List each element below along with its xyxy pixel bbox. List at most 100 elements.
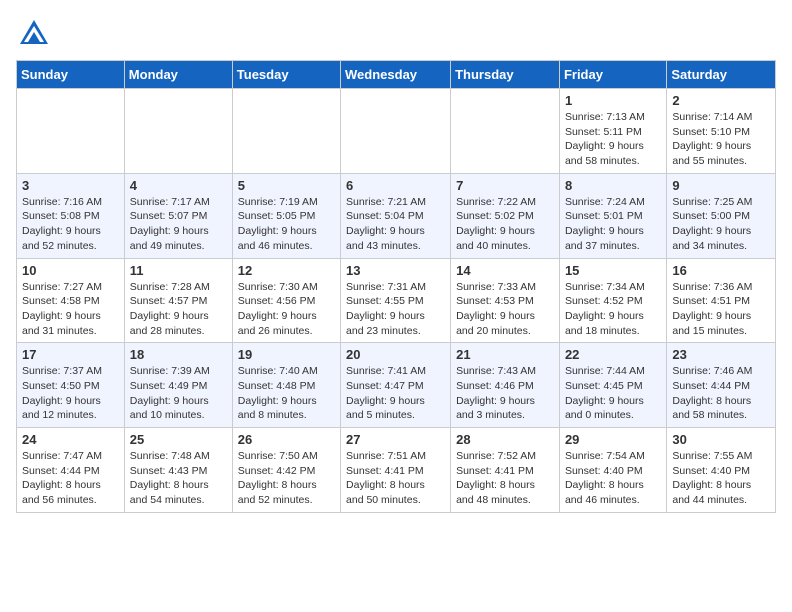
calendar-cell: 11 Sunrise: 7:28 AM Sunset: 4:57 PM Dayli…	[124, 258, 232, 343]
day-number: 6	[346, 178, 445, 193]
day-info: Sunrise: 7:27 AM Sunset: 4:58 PM Dayligh…	[22, 280, 119, 339]
day-number: 11	[130, 263, 227, 278]
weekday-header-friday: Friday	[559, 61, 666, 89]
day-info: Sunrise: 7:43 AM Sunset: 4:46 PM Dayligh…	[456, 364, 554, 423]
day-info: Sunrise: 7:21 AM Sunset: 5:04 PM Dayligh…	[346, 195, 445, 254]
calendar-cell	[341, 89, 451, 174]
weekday-header-sunday: Sunday	[17, 61, 125, 89]
calendar-cell: 20 Sunrise: 7:41 AM Sunset: 4:47 PM Dayli…	[341, 343, 451, 428]
calendar-cell: 12 Sunrise: 7:30 AM Sunset: 4:56 PM Dayli…	[232, 258, 340, 343]
day-info: Sunrise: 7:55 AM Sunset: 4:40 PM Dayligh…	[672, 449, 770, 508]
calendar-cell	[451, 89, 560, 174]
day-number: 19	[238, 347, 335, 362]
day-number: 26	[238, 432, 335, 447]
calendar-cell: 6 Sunrise: 7:21 AM Sunset: 5:04 PM Daylig…	[341, 173, 451, 258]
calendar-table: SundayMondayTuesdayWednesdayThursdayFrid…	[16, 60, 776, 513]
calendar-cell: 26 Sunrise: 7:50 AM Sunset: 4:42 PM Dayli…	[232, 428, 340, 513]
day-info: Sunrise: 7:30 AM Sunset: 4:56 PM Dayligh…	[238, 280, 335, 339]
day-number: 13	[346, 263, 445, 278]
day-number: 28	[456, 432, 554, 447]
day-info: Sunrise: 7:52 AM Sunset: 4:41 PM Dayligh…	[456, 449, 554, 508]
calendar-cell: 9Sunrise: 7:25 AM Sunset: 5:00 PM Daylig…	[667, 173, 776, 258]
day-number: 20	[346, 347, 445, 362]
day-info: Sunrise: 7:25 AM Sunset: 5:00 PM Dayligh…	[672, 195, 770, 254]
day-number: 23	[672, 347, 770, 362]
day-info: Sunrise: 7:48 AM Sunset: 4:43 PM Dayligh…	[130, 449, 227, 508]
day-info: Sunrise: 7:40 AM Sunset: 4:48 PM Dayligh…	[238, 364, 335, 423]
day-number: 1	[565, 93, 661, 108]
day-number: 17	[22, 347, 119, 362]
calendar-cell: 17 Sunrise: 7:37 AM Sunset: 4:50 PM Dayli…	[17, 343, 125, 428]
day-number: 7	[456, 178, 554, 193]
day-info: Sunrise: 7:22 AM Sunset: 5:02 PM Dayligh…	[456, 195, 554, 254]
calendar-cell: 3Sunrise: 7:16 AM Sunset: 5:08 PM Daylig…	[17, 173, 125, 258]
calendar-cell	[232, 89, 340, 174]
day-number: 24	[22, 432, 119, 447]
day-number: 15	[565, 263, 661, 278]
logo-icon	[16, 16, 52, 52]
calendar-cell: 22 Sunrise: 7:44 AM Sunset: 4:45 PM Dayli…	[559, 343, 666, 428]
calendar-cell: 5 Sunrise: 7:19 AM Sunset: 5:05 PM Daylig…	[232, 173, 340, 258]
day-info: Sunrise: 7:36 AM Sunset: 4:51 PM Dayligh…	[672, 280, 770, 339]
day-info: Sunrise: 7:19 AM Sunset: 5:05 PM Dayligh…	[238, 195, 335, 254]
calendar-cell: 7 Sunrise: 7:22 AM Sunset: 5:02 PM Daylig…	[451, 173, 560, 258]
day-info: Sunrise: 7:17 AM Sunset: 5:07 PM Dayligh…	[130, 195, 227, 254]
calendar-cell: 19 Sunrise: 7:40 AM Sunset: 4:48 PM Dayli…	[232, 343, 340, 428]
calendar-cell: 14 Sunrise: 7:33 AM Sunset: 4:53 PM Dayli…	[451, 258, 560, 343]
day-info: Sunrise: 7:33 AM Sunset: 4:53 PM Dayligh…	[456, 280, 554, 339]
day-info: Sunrise: 7:28 AM Sunset: 4:57 PM Dayligh…	[130, 280, 227, 339]
calendar-cell: 18Sunrise: 7:39 AM Sunset: 4:49 PM Dayli…	[124, 343, 232, 428]
day-info: Sunrise: 7:24 AM Sunset: 5:01 PM Dayligh…	[565, 195, 661, 254]
day-info: Sunrise: 7:41 AM Sunset: 4:47 PM Dayligh…	[346, 364, 445, 423]
calendar-cell: 4 Sunrise: 7:17 AM Sunset: 5:07 PM Daylig…	[124, 173, 232, 258]
day-info: Sunrise: 7:51 AM Sunset: 4:41 PM Dayligh…	[346, 449, 445, 508]
day-info: Sunrise: 7:16 AM Sunset: 5:08 PM Dayligh…	[22, 195, 119, 254]
calendar-cell: 27 Sunrise: 7:51 AM Sunset: 4:41 PM Dayli…	[341, 428, 451, 513]
calendar-cell	[124, 89, 232, 174]
weekday-header-saturday: Saturday	[667, 61, 776, 89]
calendar-cell: 15 Sunrise: 7:34 AM Sunset: 4:52 PM Dayli…	[559, 258, 666, 343]
day-number: 27	[346, 432, 445, 447]
day-number: 30	[672, 432, 770, 447]
day-number: 2	[672, 93, 770, 108]
day-info: Sunrise: 7:13 AM Sunset: 5:11 PM Dayligh…	[565, 110, 661, 169]
day-number: 25	[130, 432, 227, 447]
calendar-cell: 30 Sunrise: 7:55 AM Sunset: 4:40 PM Dayli…	[667, 428, 776, 513]
calendar-cell: 2 Sunrise: 7:14 AM Sunset: 5:10 PM Daylig…	[667, 89, 776, 174]
day-number: 22	[565, 347, 661, 362]
day-number: 21	[456, 347, 554, 362]
day-number: 8	[565, 178, 661, 193]
day-info: Sunrise: 7:47 AM Sunset: 4:44 PM Dayligh…	[22, 449, 119, 508]
day-number: 18	[130, 347, 227, 362]
day-number: 16	[672, 263, 770, 278]
calendar-cell: 1 Sunrise: 7:13 AM Sunset: 5:11 PM Daylig…	[559, 89, 666, 174]
day-number: 10	[22, 263, 119, 278]
day-info: Sunrise: 7:44 AM Sunset: 4:45 PM Dayligh…	[565, 364, 661, 423]
weekday-header-thursday: Thursday	[451, 61, 560, 89]
calendar-cell: 28 Sunrise: 7:52 AM Sunset: 4:41 PM Dayli…	[451, 428, 560, 513]
day-number: 4	[130, 178, 227, 193]
weekday-header-tuesday: Tuesday	[232, 61, 340, 89]
calendar-cell: 13 Sunrise: 7:31 AM Sunset: 4:55 PM Dayli…	[341, 258, 451, 343]
day-info: Sunrise: 7:34 AM Sunset: 4:52 PM Dayligh…	[565, 280, 661, 339]
calendar-cell: 25 Sunrise: 7:48 AM Sunset: 4:43 PM Dayli…	[124, 428, 232, 513]
calendar-cell: 23 Sunrise: 7:46 AM Sunset: 4:44 PM Dayli…	[667, 343, 776, 428]
day-info: Sunrise: 7:37 AM Sunset: 4:50 PM Dayligh…	[22, 364, 119, 423]
day-number: 14	[456, 263, 554, 278]
calendar-cell: 21 Sunrise: 7:43 AM Sunset: 4:46 PM Dayli…	[451, 343, 560, 428]
calendar-cell: 16 Sunrise: 7:36 AM Sunset: 4:51 PM Dayli…	[667, 258, 776, 343]
day-info: Sunrise: 7:31 AM Sunset: 4:55 PM Dayligh…	[346, 280, 445, 339]
day-info: Sunrise: 7:46 AM Sunset: 4:44 PM Dayligh…	[672, 364, 770, 423]
weekday-header-wednesday: Wednesday	[341, 61, 451, 89]
day-number: 12	[238, 263, 335, 278]
calendar-cell	[17, 89, 125, 174]
day-number: 29	[565, 432, 661, 447]
day-info: Sunrise: 7:54 AM Sunset: 4:40 PM Dayligh…	[565, 449, 661, 508]
calendar-cell: 8 Sunrise: 7:24 AM Sunset: 5:01 PM Daylig…	[559, 173, 666, 258]
weekday-header-monday: Monday	[124, 61, 232, 89]
day-number: 5	[238, 178, 335, 193]
day-info: Sunrise: 7:14 AM Sunset: 5:10 PM Dayligh…	[672, 110, 770, 169]
day-info: Sunrise: 7:50 AM Sunset: 4:42 PM Dayligh…	[238, 449, 335, 508]
calendar-cell: 24 Sunrise: 7:47 AM Sunset: 4:44 PM Dayli…	[17, 428, 125, 513]
logo	[16, 16, 56, 52]
